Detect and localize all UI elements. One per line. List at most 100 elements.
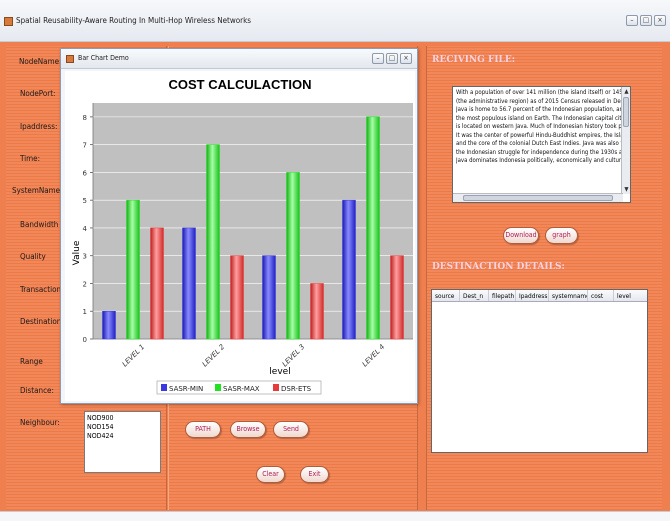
label-transaction: Transaction xyxy=(20,285,62,294)
window-bottom-edge xyxy=(0,511,670,521)
close-icon[interactable]: × xyxy=(400,53,412,64)
label-quality: Quality xyxy=(20,252,46,261)
y-tick-label: 8 xyxy=(83,114,87,122)
destination-table[interactable]: source Dest_n filepath Ipaddress systemn… xyxy=(431,289,648,453)
window-controls: – □ × xyxy=(626,15,666,26)
text-line: With a population of over 141 million (t… xyxy=(456,89,622,96)
text-line: (the administrative region) as of 2015 C… xyxy=(456,97,622,105)
column-header[interactable]: source xyxy=(432,290,460,301)
y-tick-label: 3 xyxy=(83,253,87,261)
legend-swatch xyxy=(161,384,167,391)
x-tick-label: LEVEL 4 xyxy=(361,343,387,369)
legend-label: SASR-MAX xyxy=(223,385,260,393)
bar-dsr-ets-level-1 xyxy=(150,227,164,340)
y-tick-label: 4 xyxy=(83,225,88,233)
scroll-thumb[interactable] xyxy=(463,195,613,201)
download-button[interactable]: Download xyxy=(503,227,539,244)
x-axis-label: level xyxy=(269,367,290,377)
browse-button[interactable]: Browse xyxy=(230,421,266,438)
table-header: source Dest_n filepath Ipaddress systemn… xyxy=(432,290,647,302)
chart-window-titlebar[interactable]: Bar Chart Demo – □ × xyxy=(61,49,417,69)
label-destination: Destination: xyxy=(20,317,64,326)
horizontal-scrollbar[interactable] xyxy=(453,193,623,202)
y-tick-label: 6 xyxy=(83,169,88,177)
chart-app-icon xyxy=(66,55,74,63)
y-tick-label: 1 xyxy=(83,308,87,316)
graph-button[interactable]: graph xyxy=(545,227,578,244)
label-systemname: SystemName: xyxy=(12,186,63,195)
maximize-icon[interactable]: □ xyxy=(640,15,652,26)
label-range: Range xyxy=(20,357,43,366)
vertical-scrollbar[interactable]: ▲ ▼ xyxy=(621,87,630,194)
bar-dsr-ets-level-3 xyxy=(310,283,324,340)
bar-sasr-max-level-3 xyxy=(286,172,300,340)
label-neighbour: Neighbour: xyxy=(20,418,60,427)
y-tick-label: 5 xyxy=(83,197,87,205)
cost-bar-chart: COST CALCULACTION 0 1 2 3 4 5 6 7 8 LEVEL 1 LEVEL … xyxy=(72,77,413,395)
bar-sasr-max-level-2 xyxy=(206,144,220,340)
y-tick-label: 7 xyxy=(83,142,87,150)
column-header[interactable]: level xyxy=(614,290,647,301)
text-line: is located on western Java. Much of Indo… xyxy=(456,123,622,130)
chart-window-title: Bar Chart Demo xyxy=(78,54,129,62)
scroll-up-icon[interactable]: ▲ xyxy=(622,87,630,96)
chart-area: COST CALCULACTION 0 1 2 3 4 5 6 7 8 LEVEL 1 LEVEL … xyxy=(65,71,415,401)
text-line: the Indonesian struggle for independence… xyxy=(456,148,622,156)
y-tick-label: 0 xyxy=(83,336,87,344)
y-tick-label: 2 xyxy=(83,280,87,288)
received-file-text: With a population of over 141 million (t… xyxy=(456,89,622,166)
bar-sasr-min-level-2 xyxy=(182,227,196,340)
bar-sasr-min-level-3 xyxy=(262,255,276,340)
plot-background xyxy=(93,103,413,339)
chart-window-controls: – □ × xyxy=(372,53,412,64)
text-line: and the core of the colonial Dutch East … xyxy=(456,140,622,147)
legend-swatch xyxy=(273,384,279,391)
bar-chart-window[interactable]: Bar Chart Demo – □ × COST CALCULACTION 0… xyxy=(60,48,418,404)
received-file-textarea[interactable]: With a population of over 141 million (t… xyxy=(452,86,631,203)
minimize-icon[interactable]: – xyxy=(626,15,638,26)
path-button[interactable]: PATH xyxy=(185,421,221,438)
column-header[interactable]: cost xyxy=(588,290,614,301)
maximize-icon[interactable]: □ xyxy=(386,53,398,64)
label-time: Time: xyxy=(20,154,41,163)
legend-label: DSR-ETS xyxy=(281,385,312,393)
window-titlebar: Spatial Reusability-Aware Routing In Mul… xyxy=(0,0,670,42)
x-tick-label: LEVEL 3 xyxy=(281,343,307,369)
clear-button[interactable]: Clear xyxy=(256,466,285,483)
text-line: the most populous island on Earth. The I… xyxy=(456,114,622,122)
label-ipaddress: Ipaddress: xyxy=(20,122,58,131)
column-header[interactable]: filepath xyxy=(489,290,516,301)
bar-dsr-ets-level-4 xyxy=(390,255,404,340)
destination-details-title: DESTINACTION DETAILS: xyxy=(432,262,565,272)
neighbour-list[interactable]: NOD900 NOD154 NOD424 xyxy=(84,411,161,473)
list-item[interactable]: NOD424 xyxy=(87,432,158,441)
text-line: Java is home to 56.7 percent of the Indo… xyxy=(456,106,622,113)
label-distance: Distance: xyxy=(20,386,54,395)
bar-sasr-max-level-4 xyxy=(366,116,380,340)
label-nodeport: NodePort: xyxy=(20,89,56,98)
bar-sasr-min-level-1 xyxy=(102,310,116,340)
legend-swatch xyxy=(215,384,221,391)
bar-sasr-max-level-1 xyxy=(126,199,140,340)
receiving-file-title: RECIVING FILE: xyxy=(432,55,516,65)
column-header[interactable]: Dest_n xyxy=(460,290,489,301)
column-header[interactable]: systemname xyxy=(549,290,588,301)
column-header[interactable]: Ipaddress xyxy=(516,290,549,301)
bar-sasr-min-level-4 xyxy=(342,199,356,340)
chart-title: COST CALCULACTION xyxy=(169,77,312,92)
x-tick-label: LEVEL 1 xyxy=(121,343,147,369)
legend-label: SASR-MIN xyxy=(169,385,203,393)
minimize-icon[interactable]: – xyxy=(372,53,384,64)
list-item[interactable]: NOD900 xyxy=(87,414,158,423)
send-button[interactable]: Send xyxy=(273,421,309,438)
scroll-thumb[interactable] xyxy=(623,97,629,127)
exit-button[interactable]: Exit xyxy=(300,466,329,483)
scroll-down-icon[interactable]: ▼ xyxy=(622,185,630,194)
y-axis-label: Value xyxy=(72,240,82,265)
x-tick-label: LEVEL 2 xyxy=(201,342,227,368)
close-icon[interactable]: × xyxy=(654,15,666,26)
text-line: It was the center of powerful Hindu-Budd… xyxy=(456,131,622,139)
list-item[interactable]: NOD154 xyxy=(87,423,158,432)
text-line: Java dominates Indonesia politically, ec… xyxy=(456,157,622,164)
bar-dsr-ets-level-2 xyxy=(230,255,244,340)
